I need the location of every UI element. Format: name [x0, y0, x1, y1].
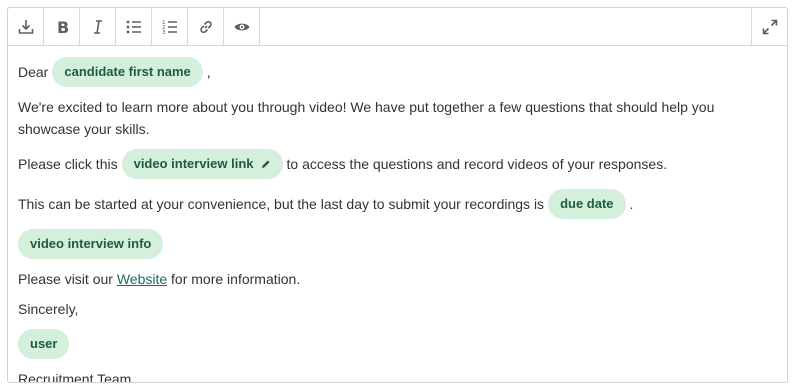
candidate-first-name-token[interactable]: candidate first name [52, 57, 203, 87]
rich-text-editor[interactable]: B 1 2 3 Dear candidate first name , We'r… [7, 7, 788, 383]
numbered-list-button[interactable]: 1 2 3 [152, 8, 188, 45]
intro-paragraph: We're excited to learn more about you th… [18, 99, 715, 137]
upload-icon [18, 19, 33, 34]
editor-toolbar: B 1 2 3 [8, 8, 787, 46]
click-suffix: to access the questions and record video… [286, 156, 668, 172]
click-line: Please click this video interview link t… [18, 148, 777, 180]
visit-prefix: Please visit our [18, 271, 113, 287]
upload-button[interactable] [8, 8, 44, 45]
visit-line: Please visit our Website for more inform… [18, 268, 777, 290]
deadline-line: This can be started at your convenience,… [18, 188, 777, 220]
team-signature: Recruitment Team [18, 371, 132, 383]
video-interview-link-label: video interview link [133, 156, 254, 171]
visit-suffix: for more information. [171, 271, 301, 287]
greeting-suffix: , [206, 64, 211, 80]
user-line: user [18, 328, 777, 360]
click-prefix: Please click this [18, 156, 118, 172]
closing-line: Sincerely, [18, 301, 79, 317]
bold-icon: B [57, 18, 69, 36]
video-interview-link-token[interactable]: video interview link [121, 149, 283, 179]
user-token[interactable]: user [18, 329, 70, 359]
link-button[interactable] [188, 8, 224, 45]
editor-content[interactable]: Dear candidate first name , We're excite… [8, 46, 787, 383]
expand-icon [762, 19, 777, 34]
bulleted-list-button[interactable] [116, 8, 152, 45]
greeting-prefix: Dear [18, 64, 49, 80]
greeting-line: Dear candidate first name , [18, 56, 777, 88]
deadline-suffix: . [629, 196, 634, 212]
preview-eye-icon [234, 23, 249, 30]
svg-text:3: 3 [162, 30, 166, 36]
video-interview-info-token[interactable]: video interview info [18, 229, 164, 259]
info-line: video interview info [18, 228, 777, 260]
due-date-token[interactable]: due date [548, 189, 626, 219]
website-link[interactable]: Website [117, 271, 167, 287]
bold-button[interactable]: B [44, 8, 80, 45]
preview-button[interactable] [224, 8, 260, 45]
svg-text:B: B [57, 18, 69, 36]
bulleted-list-icon [126, 20, 141, 33]
italic-icon [93, 19, 102, 34]
italic-button[interactable] [80, 8, 116, 45]
deadline-prefix: This can be started at your convenience,… [18, 196, 545, 212]
numbered-list-icon: 1 2 3 [162, 20, 177, 36]
pencil-icon[interactable] [261, 159, 271, 169]
link-icon [199, 20, 212, 33]
expand-button[interactable] [751, 8, 787, 45]
